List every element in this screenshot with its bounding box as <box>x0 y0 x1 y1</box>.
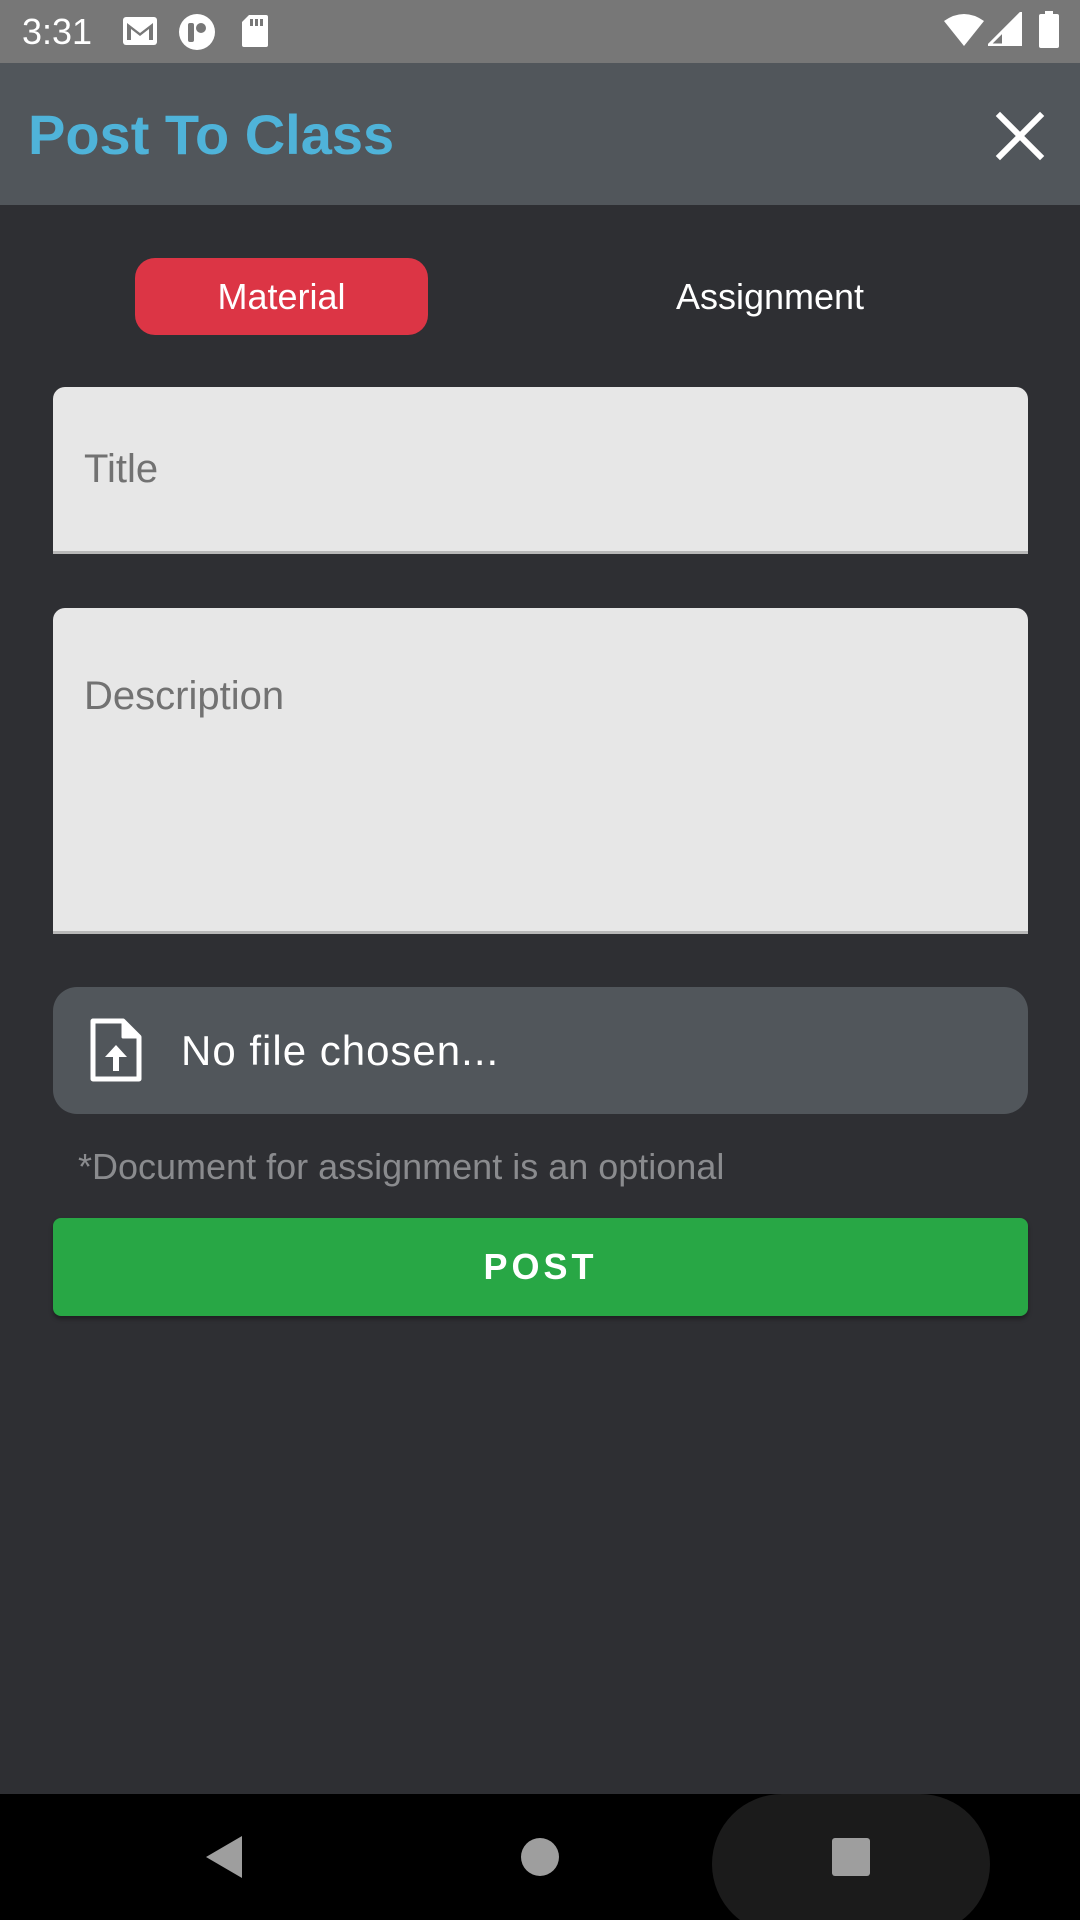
app-bar: Post To Class <box>0 63 1080 205</box>
title-field <box>53 387 1028 554</box>
recents-button[interactable] <box>831 1837 871 1877</box>
tab-material[interactable]: Material <box>135 258 428 335</box>
home-button[interactable] <box>520 1837 560 1877</box>
home-icon <box>521 1838 559 1876</box>
wifi-icon <box>944 13 984 47</box>
signal-icon <box>988 12 1022 46</box>
description-field <box>53 608 1028 934</box>
status-time: 3:31 <box>22 11 93 52</box>
close-button[interactable] <box>990 106 1050 166</box>
back-icon <box>206 1836 242 1878</box>
battery-icon <box>1038 11 1060 49</box>
file-chooser[interactable]: No file chosen... <box>53 987 1028 1114</box>
tab-assignment[interactable]: Assignment <box>620 258 920 335</box>
file-chooser-label: No file chosen... <box>181 1027 500 1074</box>
title-input[interactable] <box>53 387 1028 551</box>
tab-assignment-label: Assignment <box>675 275 865 317</box>
navigation-bar <box>0 1794 1080 1920</box>
status-bar: 3:31 <box>0 0 1080 63</box>
recents-icon <box>832 1838 870 1876</box>
back-button[interactable] <box>204 1834 244 1880</box>
file-upload-icon <box>89 1017 143 1083</box>
post-to-class-screen: 3:31 Post To Class Material Assignment T… <box>0 0 1080 1920</box>
close-icon <box>995 111 1045 161</box>
description-input[interactable] <box>53 608 1028 931</box>
gmail-icon <box>122 16 158 46</box>
document-hint: *Document for assignment is an optional <box>78 1146 725 1187</box>
tab-material-label: Material <box>217 275 346 317</box>
post-button[interactable]: POST <box>53 1218 1028 1316</box>
app-notification-icon <box>178 13 216 51</box>
page-title: Post To Class <box>28 103 395 166</box>
sd-card-icon <box>241 14 269 48</box>
